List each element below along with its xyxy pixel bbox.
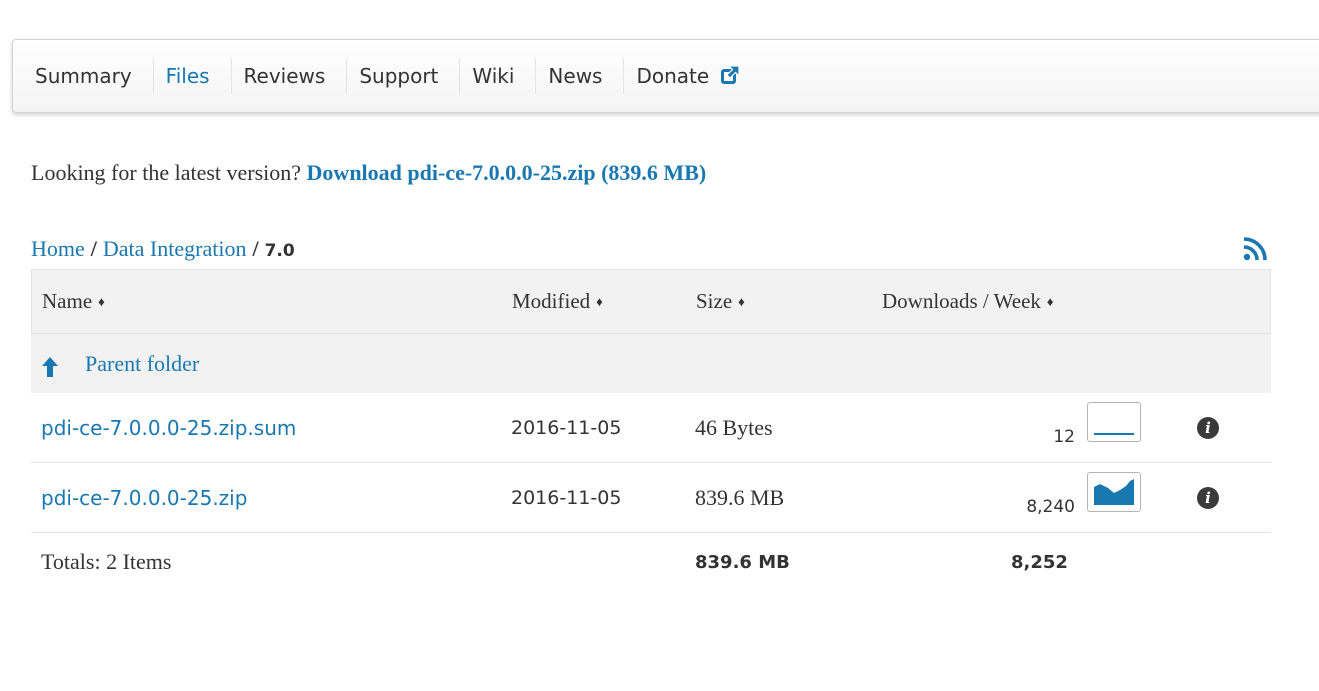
column-header-downloads-label: Downloads / Week <box>882 289 1041 313</box>
downloads-sparkline[interactable] <box>1087 402 1141 442</box>
parent-folder-row[interactable]: Parent folder <box>31 334 1271 393</box>
tab-donate-label: Donate <box>636 64 710 88</box>
totals-size-cell: 839.6 MB <box>695 533 790 591</box>
external-link-icon <box>720 65 740 84</box>
parent-folder-cell: Parent folder <box>41 334 199 393</box>
column-header-modified-label: Modified <box>512 289 591 313</box>
info-icon: i <box>1197 486 1219 509</box>
file-link[interactable]: pdi-ce-7.0.0.0-25.zip <box>41 486 247 510</box>
totals-label-cell: Totals: 2 Items <box>41 533 171 591</box>
file-name-cell: pdi-ce-7.0.0.0-25.zip <box>41 463 247 532</box>
breadcrumb-data-integration[interactable]: Data Integration <box>103 236 247 261</box>
breadcrumb-separator: / <box>90 236 97 261</box>
totals-downloads: 8,252 <box>1011 551 1068 573</box>
tab-files[interactable]: Files <box>154 58 232 94</box>
column-header-name[interactable]: Name ♦ <box>42 270 105 333</box>
download-latest-link[interactable]: Download pdi-ce-7.0.0.0-25.zip (839.6 MB… <box>307 160 707 185</box>
totals-label: Totals: 2 Items <box>41 549 172 574</box>
up-arrow-icon <box>42 356 58 377</box>
downloads-sparkline[interactable] <box>1087 472 1141 512</box>
totals-size: 839.6 MB <box>695 551 790 573</box>
latest-version-notice: Looking for the latest version? Download… <box>31 160 706 186</box>
file-downloads: 12 <box>1053 427 1075 447</box>
tab-donate[interactable]: Donate <box>624 58 760 94</box>
file-downloads: 8,240 <box>1026 497 1075 517</box>
file-modified: 2016-11-05 <box>511 486 622 509</box>
file-info-button[interactable]: i <box>1197 463 1219 532</box>
sort-icon: ♦ <box>596 293 603 309</box>
file-size-cell: 46 Bytes <box>695 393 773 462</box>
column-header-downloads[interactable]: Downloads / Week ♦ <box>882 270 1054 333</box>
file-size: 46 Bytes <box>695 414 773 440</box>
totals-row: Totals: 2 Items 839.6 MB 8,252 <box>31 533 1271 591</box>
file-size-cell: 839.6 MB <box>695 463 784 532</box>
file-downloads-cell: 8,240 <box>1026 463 1075 532</box>
file-modified-cell: 2016-11-05 <box>511 463 621 532</box>
tab-reviews[interactable]: Reviews <box>232 58 348 94</box>
file-downloads-cell: 12 <box>1053 393 1075 462</box>
latest-version-prompt: Looking for the latest version? <box>31 160 302 185</box>
breadcrumb-separator: / <box>252 236 259 261</box>
sparkline-chart <box>1094 479 1134 505</box>
breadcrumb-current: 7.0 <box>264 241 295 261</box>
file-size: 839.6 MB <box>695 484 785 510</box>
tab-wiki[interactable]: Wiki <box>460 58 537 94</box>
project-nav-tabs: Summary Files Reviews Support Wiki News … <box>12 39 1319 113</box>
column-header-size-label: Size <box>696 289 733 313</box>
file-modified: 2016-11-05 <box>511 416 622 439</box>
info-icon: i <box>1197 416 1219 439</box>
tab-summary[interactable]: Summary <box>23 58 154 94</box>
sort-icon: ♦ <box>98 293 105 309</box>
totals-downloads-cell: 8,252 <box>1011 533 1068 591</box>
files-table: Name ♦ Modified ♦ Size ♦ Downloads / Week ♦ … <box>31 269 1271 591</box>
column-header-size[interactable]: Size ♦ <box>696 270 745 333</box>
sparkline-chart <box>1094 433 1134 435</box>
file-modified-cell: 2016-11-05 <box>511 393 621 462</box>
table-row: pdi-ce-7.0.0.0-25.zip 2016-11-05 839.6 M… <box>31 463 1271 533</box>
column-header-name-label: Name <box>42 289 93 313</box>
table-row: pdi-ce-7.0.0.0-25.zip.sum 2016-11-05 46 … <box>31 393 1271 463</box>
table-header-row: Name ♦ Modified ♦ Size ♦ Downloads / Week ♦ <box>31 269 1271 334</box>
tab-support[interactable]: Support <box>347 58 461 94</box>
rss-icon[interactable] <box>1242 236 1268 262</box>
column-header-modified[interactable]: Modified ♦ <box>512 270 603 333</box>
tab-news[interactable]: News <box>536 58 625 94</box>
sort-icon: ♦ <box>1046 293 1054 309</box>
parent-folder-link[interactable]: Parent folder <box>85 351 199 377</box>
breadcrumb: Home / Data Integration/7.0 <box>31 236 295 262</box>
sort-icon: ♦ <box>738 293 745 309</box>
file-info-button[interactable]: i <box>1197 393 1219 462</box>
breadcrumb-home[interactable]: Home <box>31 236 85 261</box>
file-name-cell: pdi-ce-7.0.0.0-25.zip.sum <box>41 393 296 462</box>
file-link[interactable]: pdi-ce-7.0.0.0-25.zip.sum <box>41 416 296 440</box>
